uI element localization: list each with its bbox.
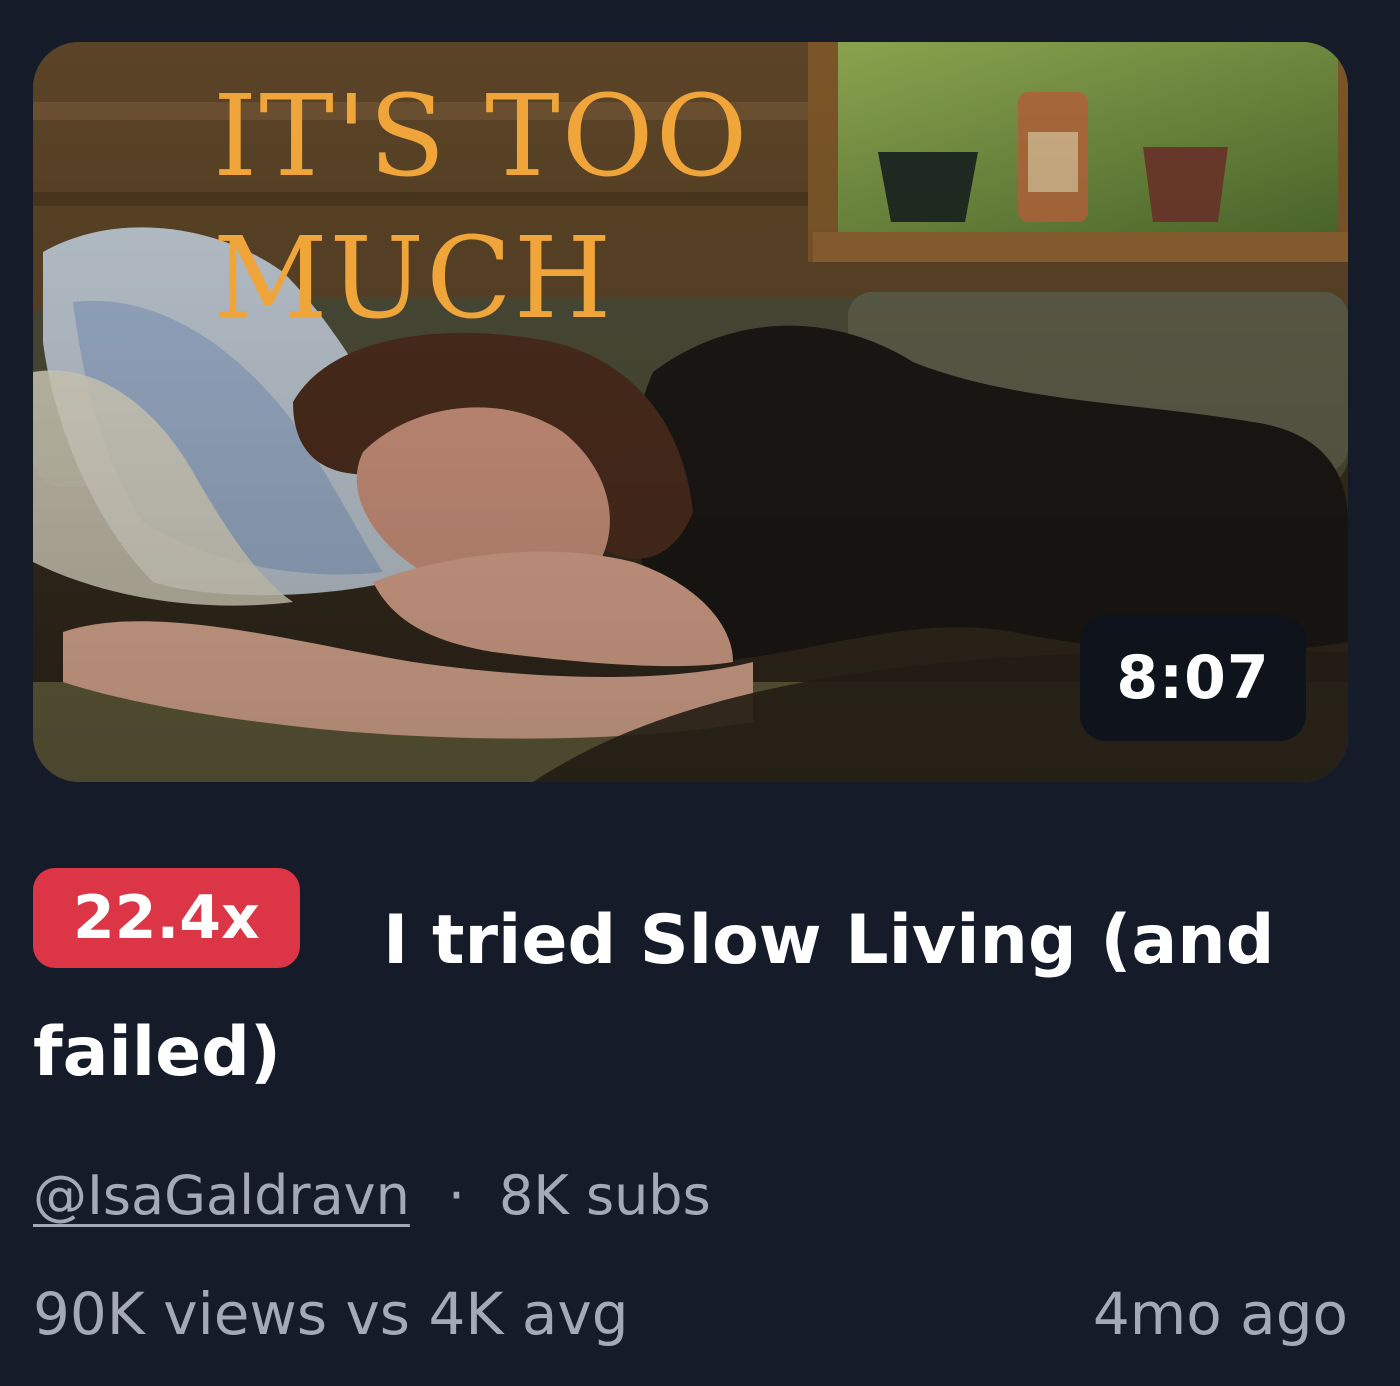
- thumbnail-overlay-text: IT'S TOO MUCH: [213, 72, 750, 344]
- outlier-score-badge: 22.4x: [33, 868, 300, 968]
- video-card[interactable]: IT'S TOO MUCH 8:07 I tried Slow Living (…: [0, 0, 1400, 1386]
- stats-row: 90K views vs 4K avg 4mo ago: [33, 1274, 1348, 1354]
- channel-handle-link[interactable]: @IsaGaldravn: [33, 1164, 410, 1227]
- separator-dot: ·: [447, 1163, 466, 1227]
- duration-badge: 8:07: [1080, 615, 1306, 741]
- views-vs-average: 90K views vs 4K avg: [33, 1280, 629, 1348]
- video-thumbnail[interactable]: IT'S TOO MUCH 8:07: [33, 42, 1348, 782]
- published-age: 4mo ago: [1092, 1280, 1348, 1348]
- channel-row: @IsaGaldravn · 8K subs: [33, 1160, 711, 1230]
- subscriber-count: 8K subs: [499, 1163, 711, 1227]
